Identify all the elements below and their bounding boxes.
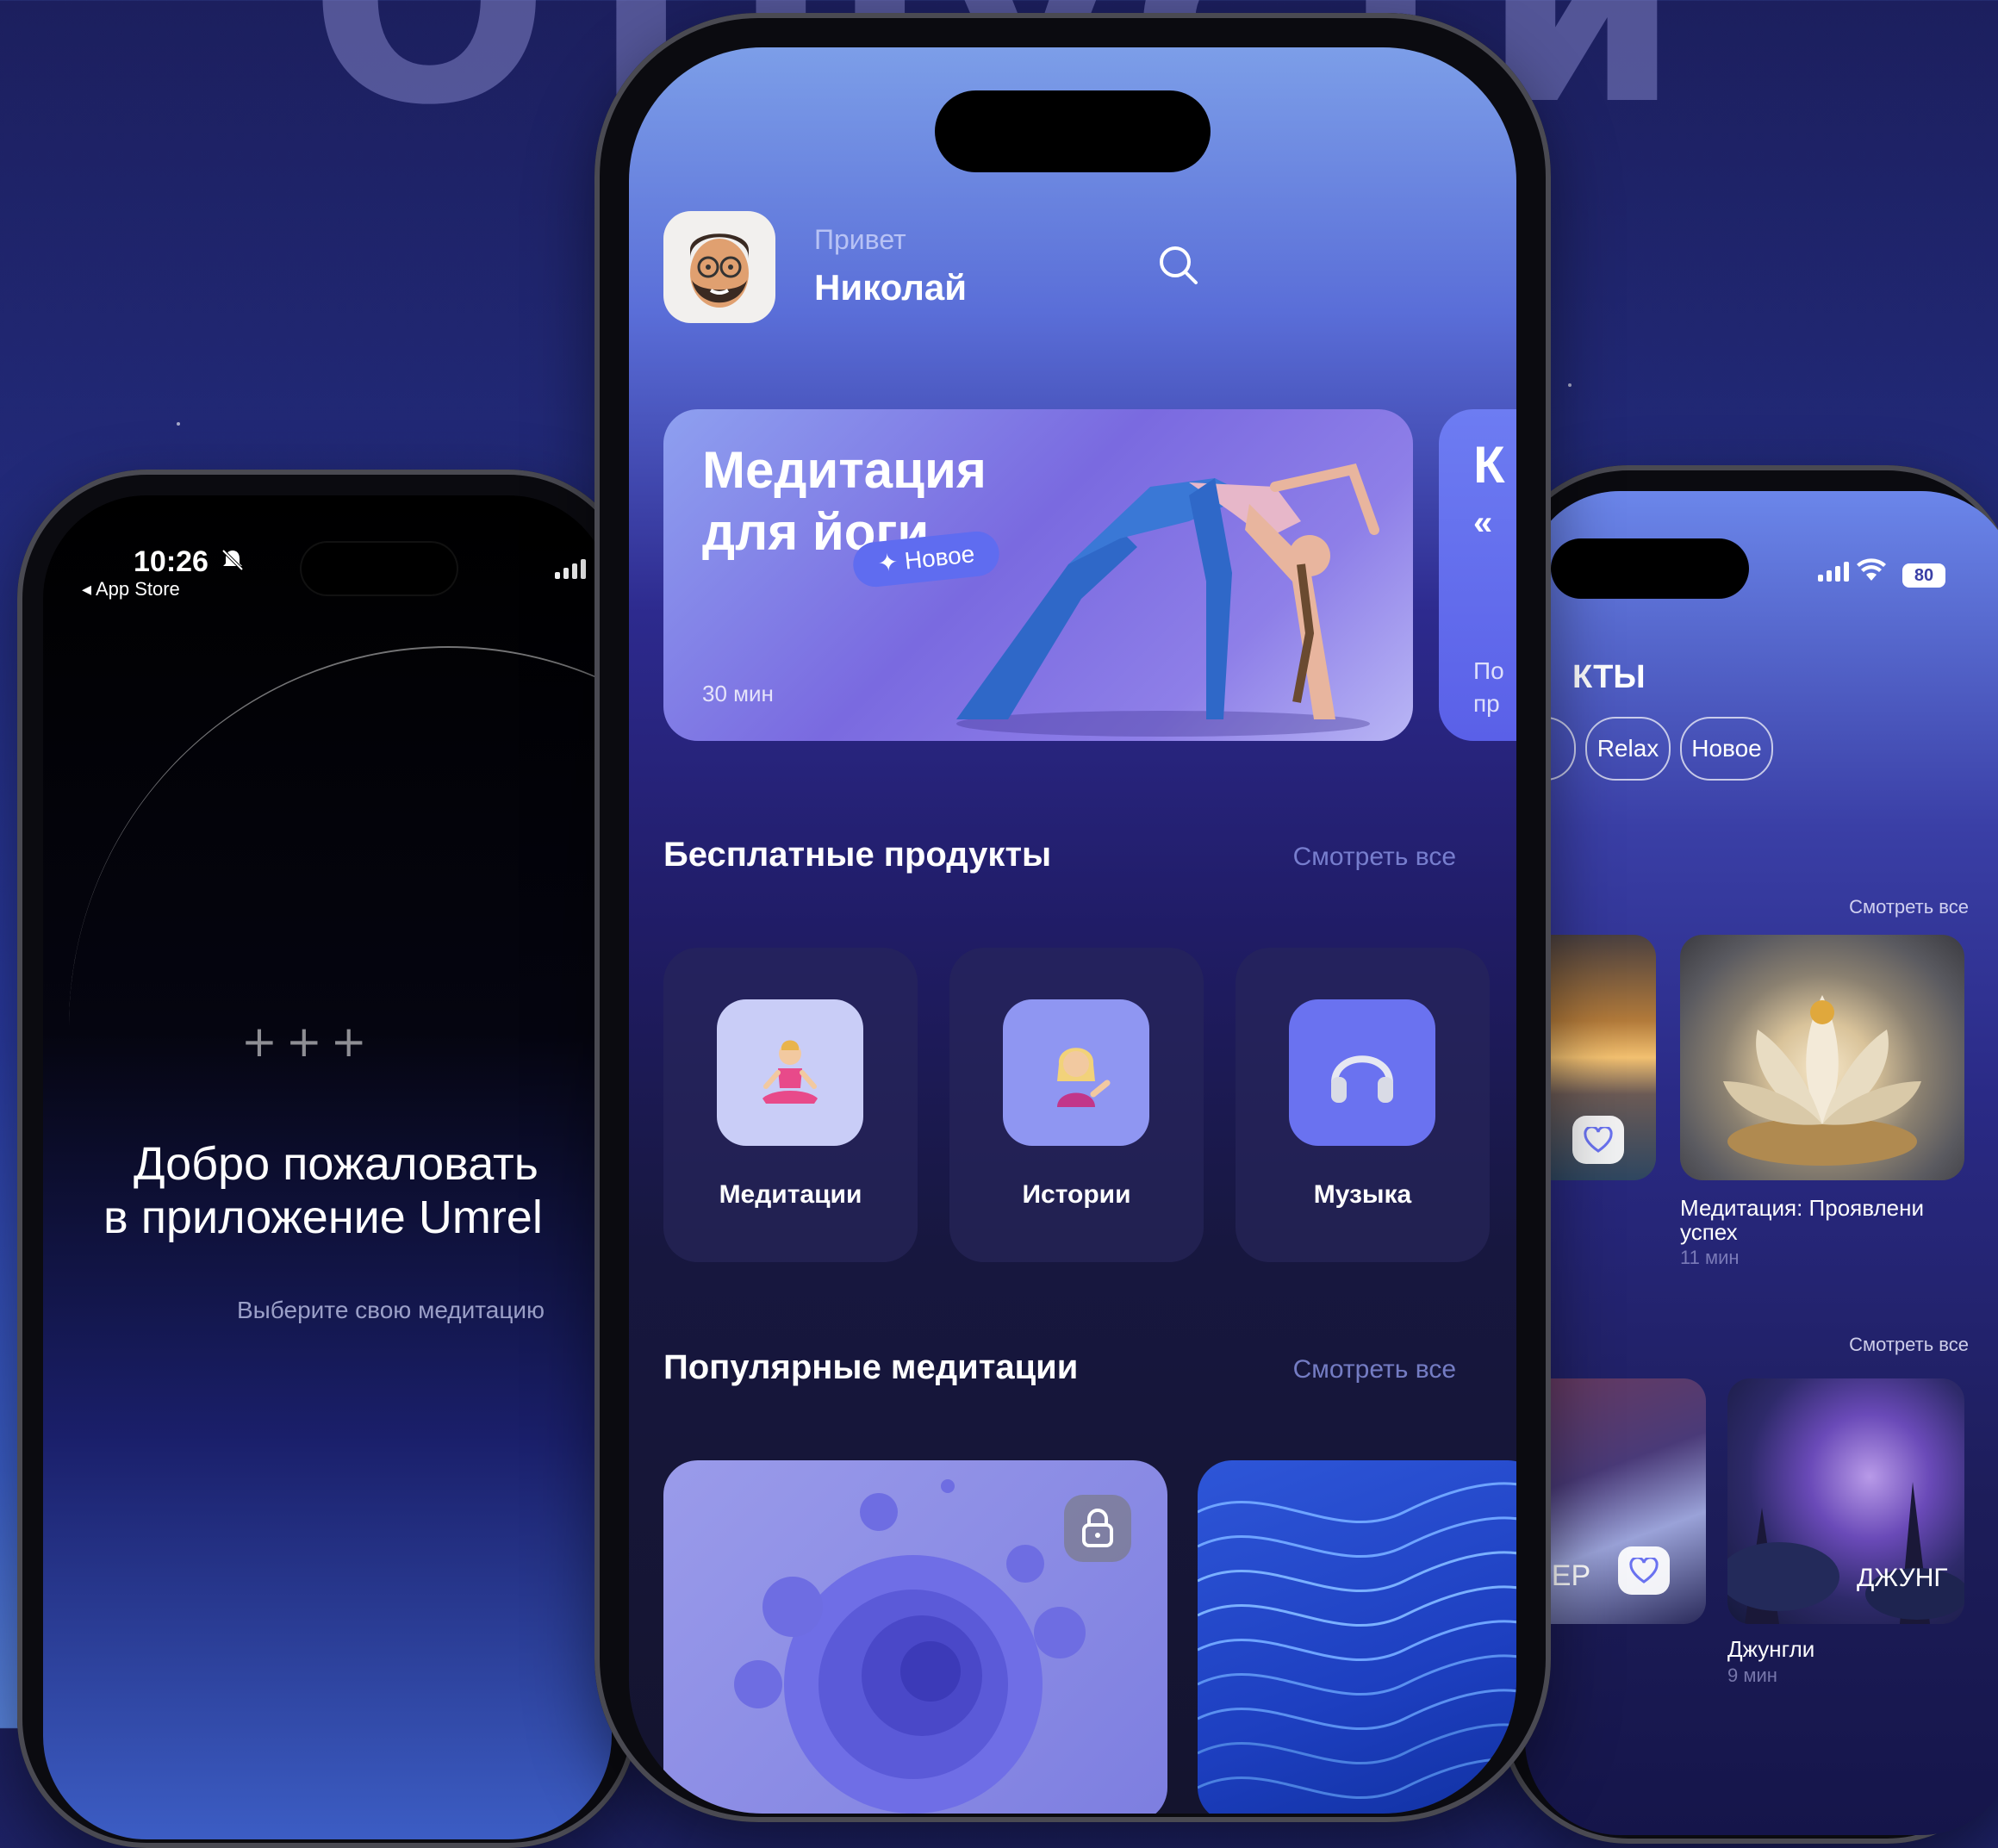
featured-title-line-1: Медитация — [702, 441, 987, 499]
user-name: Николай — [814, 267, 968, 308]
product-meditations[interactable]: Медитации — [663, 948, 918, 1262]
headphones-icon — [1289, 999, 1435, 1146]
meditation-card-lotus[interactable] — [1680, 935, 1964, 1180]
welcome-screen: 10:26 ◂ App Store +++ Добро пожаловать в… — [43, 495, 612, 1839]
card-duration: 11 мин — [1680, 1247, 1740, 1268]
wifi-icon — [1857, 558, 1886, 588]
phone-catalog: 80 КТЫ ей Relax Новое Смотреть все н) Ме — [1499, 465, 1998, 1844]
dynamic-island — [302, 543, 457, 594]
phone-welcome: 10:26 ◂ App Store +++ Добро пожаловать в… — [17, 470, 638, 1848]
search-icon[interactable] — [1155, 241, 1203, 289]
card-caption-line-2: успех — [1680, 1219, 1738, 1245]
card-caption-line-1: Медитация: Проявлени — [1680, 1195, 1924, 1221]
status-time: 10:26 — [134, 545, 209, 578]
phone-home: Привет Николай Медитация для йоги ✦ Ново… — [594, 13, 1551, 1822]
welcome-title: Добро пожаловать в приложение Umrel — [103, 1137, 543, 1244]
catalog-screen: 80 КТЫ ей Relax Новое Смотреть все н) Ме — [1525, 491, 1998, 1835]
popular-meditations-title: Популярные медитации — [663, 1348, 1079, 1386]
featured-card-next[interactable]: К « По пр — [1439, 409, 1516, 741]
person-tipping-hand-icon — [1003, 999, 1149, 1146]
lotus-person-icon — [717, 999, 863, 1146]
bell-muted-icon — [221, 549, 244, 571]
welcome-line-1: Добро пожаловать — [133, 1138, 538, 1190]
free-products-see-all[interactable]: Смотреть все — [1293, 843, 1456, 872]
favorite-heart-icon[interactable] — [1572, 1116, 1624, 1164]
featured-next-title: К — [1473, 436, 1505, 494]
featured-next-subtitle-line-2: пр — [1473, 690, 1500, 717]
favorite-heart-icon[interactable] — [1618, 1546, 1670, 1595]
star-dot — [1568, 383, 1572, 387]
product-label: Медитации — [719, 1180, 862, 1209]
card-caption: Джунгли — [1727, 1636, 1815, 1662]
avatar[interactable] — [663, 211, 775, 323]
featured-duration: 30 мин — [702, 681, 774, 706]
meditation-card-wind[interactable]: ТЕР — [1525, 1378, 1706, 1624]
star-dot — [177, 422, 180, 426]
popular-card-spiral[interactable] — [663, 1460, 1167, 1814]
product-label: Истории — [1022, 1180, 1131, 1209]
product-stories[interactable]: Истории — [949, 948, 1204, 1262]
home-screen: Привет Николай Медитация для йоги ✦ Ново… — [629, 47, 1516, 1814]
popular-meditations-see-all[interactable]: Смотреть все — [1293, 1355, 1456, 1384]
dynamic-island — [1551, 538, 1749, 599]
signal-icon — [1818, 562, 1849, 582]
lotus-illustration — [1723, 995, 1921, 1166]
waves-illustration — [1198, 1482, 1516, 1800]
card-duration: 9 мин — [1727, 1664, 1777, 1686]
see-all-link[interactable]: Смотреть все — [1849, 896, 1969, 918]
catalog-title: КТЫ — [1572, 659, 1646, 695]
featured-yoga-card[interactable]: Медитация для йоги ✦ Новое 30 мин — [663, 409, 1413, 741]
product-label: Музыка — [1313, 1180, 1412, 1209]
signal-icon — [555, 559, 586, 579]
memoji-avatar-icon — [690, 233, 749, 308]
greeting-label: Привет — [814, 224, 906, 255]
featured-next-subtitle-line-1: По — [1473, 657, 1504, 684]
popular-card-waves[interactable] — [1198, 1460, 1516, 1814]
filter-chip-new[interactable]: Новое — [1680, 717, 1773, 781]
card-overlay-text: ДЖУНГ — [1857, 1564, 1948, 1592]
free-products-title: Бесплатные продукты — [663, 836, 1052, 874]
product-music[interactable]: Музыка — [1236, 948, 1490, 1262]
featured-next-subtitle: По пр — [1473, 655, 1504, 720]
dynamic-island — [935, 90, 1211, 172]
see-all-link[interactable]: Смотреть все — [1849, 1334, 1969, 1356]
featured-next-quote: « — [1473, 504, 1493, 542]
battery-indicator: 80 — [1902, 563, 1945, 588]
sparkle-stars-icon: +++ — [241, 1017, 376, 1067]
back-to-app-store[interactable]: ◂ App Store — [82, 578, 180, 600]
choose-meditation-subtitle: Выберите свою медитацию — [237, 1297, 545, 1323]
welcome-line-2: в приложение Umrel — [103, 1192, 543, 1243]
lock-icon — [1064, 1495, 1131, 1562]
meditation-card-jungle[interactable]: ДЖУНГ — [1727, 1378, 1964, 1624]
filter-chip-relax[interactable]: Relax — [1585, 717, 1671, 781]
